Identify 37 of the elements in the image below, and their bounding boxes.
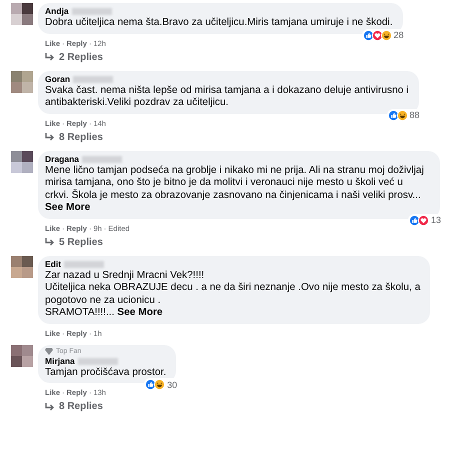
- blurred-surname: [82, 156, 122, 162]
- see-more-link[interactable]: See More: [117, 307, 163, 320]
- view-replies-link[interactable]: 8 Replies: [59, 401, 103, 413]
- author-name[interactable]: Andja: [45, 6, 69, 17]
- see-more-link[interactable]: See More: [45, 202, 90, 214]
- diamond-icon: [45, 348, 53, 355]
- reply-arrow-icon: [45, 53, 55, 62]
- reaction-count: 28: [394, 30, 404, 40]
- blurred-surname: [64, 260, 104, 268]
- author-name[interactable]: Mirjana: [45, 356, 75, 366]
- reaction-count: 88: [410, 110, 420, 120]
- reply-arrow-icon: [45, 133, 55, 142]
- author-name[interactable]: Edit: [45, 258, 62, 270]
- reply-arrow-icon: [45, 238, 55, 247]
- reply-arrow-icon: [45, 402, 55, 412]
- blurred-surname: [78, 358, 118, 364]
- blurred-surname: [72, 8, 112, 15]
- view-replies-link[interactable]: 8 Replies: [59, 132, 103, 144]
- view-replies-link[interactable]: 5 Replies: [59, 236, 103, 248]
- comment-text: Zar nazad u Srednji Mracni Vek?!!!!: [45, 270, 206, 282]
- blurred-surname: [73, 76, 114, 82]
- comment-text: SRAMOTA!!!!...: [45, 307, 114, 318]
- reaction-count: 30: [167, 380, 178, 390]
- comment-text: Tamjan pročišćava prostor.: [45, 366, 166, 379]
- author-name[interactable]: Goran: [45, 74, 70, 84]
- comment-text: pogotovo ne za ucionicu .: [45, 294, 162, 307]
- comment-text: Učiteljica neka OBRAZUJE decu . a ne da širi neznanje .Ovo nije mesto za školu, a: [45, 282, 420, 294]
- comment-text: Mene lično tamjan podseća na groblje i nikako mi ne prija. Ali na stranu moj doživljaj: [45, 164, 425, 177]
- reaction-summary[interactable]: 13: [408, 214, 444, 226]
- comment-text: mirisa tamjana, ono što je bitno je da molitvi i veronauci nije mesto u školi već u: [45, 177, 404, 189]
- comment-text: antibakteriski.Veliki pozdrav za učiteljicu.: [45, 97, 230, 110]
- author-name[interactable]: Dragana: [45, 154, 80, 164]
- comment-text: crkvi. Škola je mesto za obrazovanje zasnovano na činjenicama i naši veliki prosv...: [45, 190, 421, 200]
- comment-text: Svaka čast. nema ništa lepše od mirisa tamjana a i dokazano deluje antivirusno i: [45, 84, 409, 97]
- view-replies-link[interactable]: 2 Replies: [59, 52, 103, 64]
- comment-text: Dobra učiteljica nema šta.Bravo za učiteljicu.Miris tamjana umiruje i ne škodi.: [45, 17, 393, 30]
- reaction-count: 13: [430, 215, 441, 225]
